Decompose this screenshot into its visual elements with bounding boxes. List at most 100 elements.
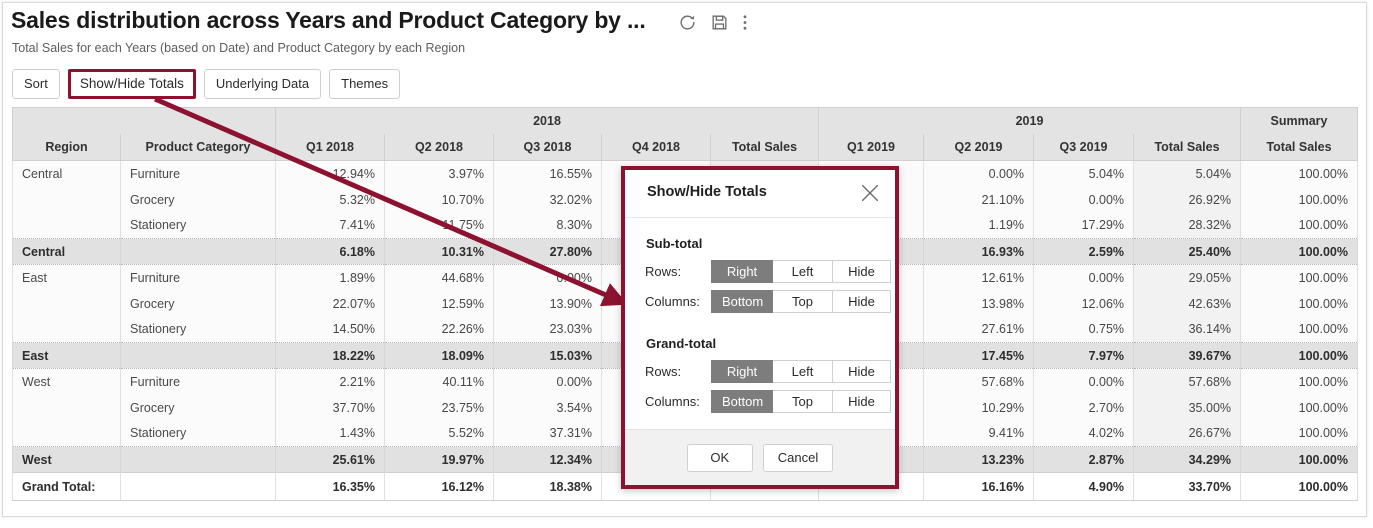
cell-product-category: Furniture [120,264,276,291]
cell-value: 9.41% [923,420,1035,447]
cell-value: 18.22% [275,342,385,369]
cell-value: 39.67% [1133,342,1242,369]
refresh-icon[interactable] [678,13,697,32]
table-column-header[interactable]: Product Category [120,133,276,161]
themes-button[interactable]: Themes [329,69,401,99]
cell-value: 0.75% [1033,316,1135,343]
table-column-header[interactable]: Q3 2018 [493,133,602,161]
title-row: Sales distribution across Years and Prod… [11,7,748,34]
cell-value: 17.29% [1033,212,1135,239]
grandtotal-columns-top-button[interactable]: Top [773,390,833,413]
cell-region [12,420,121,447]
cell-product-category [120,446,276,473]
cell-value: 100.00% [1240,290,1359,317]
subtotal-rows-option: Rows: Right Left Hide [645,260,891,283]
cell-value: 7.97% [1033,342,1135,369]
cell-value: 2.70% [1033,394,1135,421]
table-column-header[interactable]: Q2 2018 [384,133,494,161]
page-title: Sales distribution across Years and Prod… [11,7,646,33]
cell-value: 35.00% [1133,394,1242,421]
dialog-body: Sub-total Rows: Right Left Hide Columns:… [625,218,895,430]
cell-value: 29.05% [1133,264,1242,291]
cell-value: 14.50% [275,316,385,343]
save-icon[interactable] [710,13,729,32]
subtotal-columns-hide-button[interactable]: Hide [833,290,891,313]
subtotal-columns-label: Columns: [645,294,700,309]
subtotal-columns-top-button[interactable]: Top [773,290,833,313]
cancel-button[interactable]: Cancel [762,443,834,472]
grandtotal-columns-option: Columns: Bottom Top Hide [645,390,891,413]
table-group-header-row: 2018 2019 Summary [12,107,1359,134]
show-hide-totals-button[interactable]: Show/Hide Totals [67,69,196,99]
dialog-title: Show/Hide Totals [647,184,767,200]
cell-value: 3.54% [493,394,602,421]
table-column-header[interactable]: Total Sales [1133,133,1242,161]
grandtotal-columns-segmented-control: Bottom Top Hide [711,390,891,413]
grandtotal-columns-hide-button[interactable]: Hide [833,390,891,413]
table-column-header[interactable]: Total Sales [1240,133,1359,161]
cell-value: 25.61% [275,446,385,473]
cell-value: 34.29% [1133,446,1242,473]
table-column-header[interactable]: Total Sales [709,133,820,161]
cell-value: 100.00% [1240,264,1359,291]
table-column-header[interactable]: Q1 2018 [275,133,385,161]
cell-value: 2.87% [1033,446,1135,473]
cell-value: 42.63% [1133,290,1242,317]
table-column-header[interactable]: Q2 2019 [923,133,1035,161]
cell-value: 22.07% [275,290,385,317]
cell-value: 100.00% [1240,420,1359,447]
cell-value: 5.04% [1033,160,1135,187]
cell-value: 100.00% [1240,160,1359,187]
header-icon-group [678,10,748,32]
close-icon[interactable] [859,182,881,204]
subtotal-rows-right-button[interactable]: Right [711,260,773,283]
subtotal-section-label: Sub-total [646,236,703,251]
cell-value: 57.68% [923,368,1035,395]
table-column-header[interactable]: Q3 2019 [1033,133,1135,161]
cell-value: 1.43% [275,420,385,447]
cell-region: East [12,342,121,369]
cell-region [12,290,121,317]
cell-value: 25.40% [1133,238,1242,265]
cell-value: 8.30% [493,212,602,239]
cell-value: 100.00% [1240,342,1359,369]
cell-value: 12.94% [275,160,385,187]
grandtotal-columns-bottom-button[interactable]: Bottom [711,390,773,413]
page-subtitle: Total Sales for each Years (based on Dat… [12,41,466,55]
cell-value: 21.10% [923,186,1035,213]
subtotal-columns-bottom-button[interactable]: Bottom [711,290,773,313]
cell-value: 17.45% [923,342,1035,369]
cell-value: 100.00% [1240,368,1359,395]
cell-value: 0.00% [1033,186,1135,213]
report-page: Sales distribution across Years and Prod… [2,2,1367,517]
cell-value: 0.00% [493,264,602,291]
cell-value: 100.00% [1240,316,1359,343]
table-column-header[interactable]: Q1 2019 [818,133,925,161]
sort-button[interactable]: Sort [12,69,60,99]
ok-button[interactable]: OK [686,443,753,472]
subtotal-rows-left-button[interactable]: Left [773,260,833,283]
table-column-header[interactable]: Q4 2018 [601,133,711,161]
cell-product-category: Stationery [120,420,276,447]
grandtotal-columns-label: Columns: [645,394,700,409]
dialog-titlebar: Show/Hide Totals [625,170,895,218]
more-options-icon[interactable] [742,13,748,32]
grandtotal-rows-hide-button[interactable]: Hide [833,360,891,383]
cell-region: East [12,264,121,291]
cell-value: 26.92% [1133,186,1242,213]
cell-value: 16.12% [384,472,494,501]
cell-value: 16.93% [923,238,1035,265]
cell-product-category [120,342,276,369]
table-group-header-2019: 2019 [818,107,1242,134]
cell-value: 100.00% [1240,212,1359,239]
subtotal-rows-hide-button[interactable]: Hide [833,260,891,283]
grandtotal-rows-left-button[interactable]: Left [773,360,833,383]
underlying-data-button[interactable]: Underlying Data [203,69,322,99]
table-column-header[interactable]: Region [12,133,121,161]
cell-product-category: Furniture [120,160,276,187]
grandtotal-rows-right-button[interactable]: Right [711,360,773,383]
cell-value: 28.32% [1133,212,1242,239]
grandtotal-section-label: Grand-total [646,336,717,351]
cell-value: 5.04% [1133,160,1242,187]
cell-value: 4.02% [1033,420,1135,447]
